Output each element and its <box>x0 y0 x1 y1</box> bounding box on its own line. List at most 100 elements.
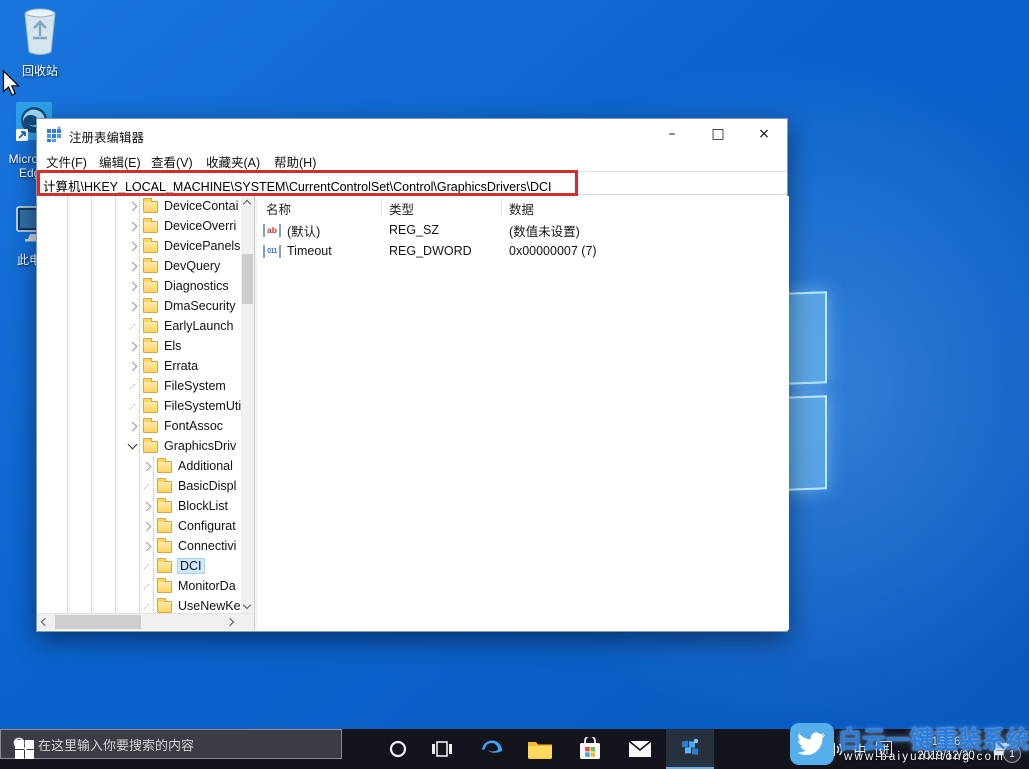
start-button[interactable] <box>0 729 48 769</box>
address-bar[interactable]: 计算机\HKEY_LOCAL_MACHINE\SYSTEM\CurrentCon… <box>37 171 787 195</box>
menu-favorites[interactable]: 收藏夹(A) <box>206 152 260 171</box>
clock-date: 2019/12/20 <box>900 749 992 763</box>
taskbar-search-box[interactable]: 在这里输入你要搜索的内容 <box>0 729 342 759</box>
folder-icon <box>157 521 172 533</box>
windows-logo-icon <box>15 740 34 759</box>
chevron-right-icon[interactable] <box>128 241 138 251</box>
tree-item[interactable]: FileSystem <box>37 376 241 396</box>
tree-item[interactable]: DeviceContai <box>37 196 241 216</box>
chevron-right-icon[interactable] <box>128 361 138 371</box>
tree-item[interactable]: BasicDispl <box>37 476 241 496</box>
taskbar-mail-button[interactable] <box>616 729 664 769</box>
value-type: REG_DWORD <box>389 244 472 258</box>
tree-item[interactable]: Diagnostics <box>37 276 241 296</box>
menu-view[interactable]: 查看(V) <box>151 152 193 171</box>
tree-item[interactable]: Errata <box>37 356 241 376</box>
taskbar-regedit-button-active[interactable] <box>666 729 714 769</box>
search-placeholder: 在这里输入你要搜索的内容 <box>38 735 194 754</box>
value-data: 0x00000007 (7) <box>509 244 597 258</box>
tree-item[interactable]: DmaSecurity <box>37 296 241 316</box>
ime-mode-indicator[interactable]: 拼 <box>872 729 896 769</box>
taskbar-store-button[interactable] <box>566 729 614 769</box>
tree-item[interactable]: DeviceOverri <box>37 216 241 236</box>
chevron-right-icon[interactable] <box>142 521 152 531</box>
scroll-right-icon[interactable] <box>226 618 234 626</box>
tree-item[interactable]: DevicePanels <box>37 236 241 256</box>
chevron-right-icon[interactable] <box>128 261 138 271</box>
taskbar: 在这里输入你要搜索的内容 <box>0 729 1029 769</box>
chevron-right-icon[interactable] <box>128 301 138 311</box>
scroll-up-icon[interactable] <box>243 200 251 208</box>
taskbar-explorer-button[interactable] <box>516 729 564 769</box>
minimize-button[interactable]: – <box>649 119 695 149</box>
column-header-data[interactable]: 数据 <box>509 199 534 218</box>
column-header-type[interactable]: 类型 <box>389 199 414 218</box>
scroll-down-icon[interactable] <box>243 601 251 609</box>
tree-item[interactable]: Configurat <box>37 516 241 536</box>
taskbar-edge-button[interactable] <box>468 729 516 769</box>
value-type: REG_SZ <box>389 223 439 237</box>
folder-icon <box>143 261 158 273</box>
tree-item[interactable]: FileSystemUti <box>37 396 241 416</box>
column-header-name[interactable]: 名称 <box>266 199 291 218</box>
chevron-right-icon[interactable] <box>128 281 138 291</box>
cortana-button[interactable] <box>376 729 420 769</box>
chevron-right-icon[interactable] <box>142 461 152 471</box>
edge-icon <box>479 736 505 762</box>
folder-icon <box>143 241 158 253</box>
chevron-right-icon[interactable] <box>128 221 138 231</box>
tree-leaf-stub <box>144 563 150 569</box>
chevron-right-icon[interactable] <box>128 341 138 351</box>
tree-horizontal-scrollbar[interactable] <box>37 613 254 630</box>
menu-file[interactable]: 文件(F) <box>46 152 87 171</box>
registry-app-icon <box>47 126 63 147</box>
notification-badge[interactable]: 1 <box>1003 745 1021 763</box>
column-separator[interactable] <box>501 198 502 216</box>
value-name: (默认) <box>287 221 320 240</box>
value-row-default[interactable]: (默认) REG_SZ (数值未设置) <box>263 220 783 240</box>
ime-language-indicator[interactable]: 中 <box>848 729 872 769</box>
folder-icon <box>157 541 172 553</box>
chevron-right-icon[interactable] <box>142 541 152 551</box>
tree-item[interactable]: UseNewKe <box>37 596 241 613</box>
tree-item[interactable]: BlockList <box>37 496 241 516</box>
maximize-button[interactable]: □ <box>695 119 741 149</box>
task-view-button[interactable] <box>420 729 464 769</box>
tree-item[interactable]: Connectivi <box>37 536 241 556</box>
mail-icon <box>628 740 652 758</box>
folder-icon <box>527 739 553 760</box>
clock-time: 16:26 <box>900 735 992 749</box>
scroll-left-icon[interactable] <box>41 618 49 626</box>
chevron-right-icon[interactable] <box>142 501 152 511</box>
tree-leaf-stub <box>144 483 150 489</box>
wallpaper-logo-pane <box>786 291 827 384</box>
scrollbar-thumb[interactable] <box>242 254 253 304</box>
tray-clock[interactable]: 16:26 2019/12/20 <box>900 735 992 763</box>
tree-item[interactable]: FontAssoc <box>37 416 241 436</box>
dword-value-icon <box>263 245 281 258</box>
tree-leaf-stub <box>130 323 136 329</box>
tree-item-dci-selected[interactable]: DCI <box>37 556 241 576</box>
title-bar[interactable]: 注册表编辑器 – □ × <box>37 119 787 149</box>
tree-item[interactable]: MonitorDa <box>37 576 241 596</box>
chevron-down-icon[interactable] <box>128 440 138 450</box>
column-separator[interactable] <box>381 198 382 216</box>
value-row-timeout[interactable]: Timeout REG_DWORD 0x00000007 (7) <box>263 241 783 261</box>
desktop-icon-recycle-bin[interactable]: 回收站 <box>2 6 78 78</box>
value-name: Timeout <box>287 244 332 258</box>
menu-help[interactable]: 帮助(H) <box>274 152 316 171</box>
tree-item[interactable]: Additional <box>37 456 241 476</box>
menu-edit[interactable]: 编辑(E) <box>99 152 141 171</box>
folder-icon <box>143 201 158 213</box>
chevron-right-icon[interactable] <box>128 421 138 431</box>
tree-item[interactable]: GraphicsDriv <box>37 436 241 456</box>
tree-item[interactable]: DevQuery <box>37 256 241 276</box>
volume-tray-icon[interactable] <box>820 729 848 769</box>
close-button[interactable]: × <box>741 119 787 149</box>
recycle-bin-icon <box>20 43 60 60</box>
chevron-right-icon[interactable] <box>128 201 138 211</box>
tree-vertical-scrollbar[interactable] <box>241 196 254 613</box>
tree-item[interactable]: EarlyLaunch <box>37 316 241 336</box>
tree-item[interactable]: Els <box>37 336 241 356</box>
scrollbar-thumb[interactable] <box>55 615 141 629</box>
